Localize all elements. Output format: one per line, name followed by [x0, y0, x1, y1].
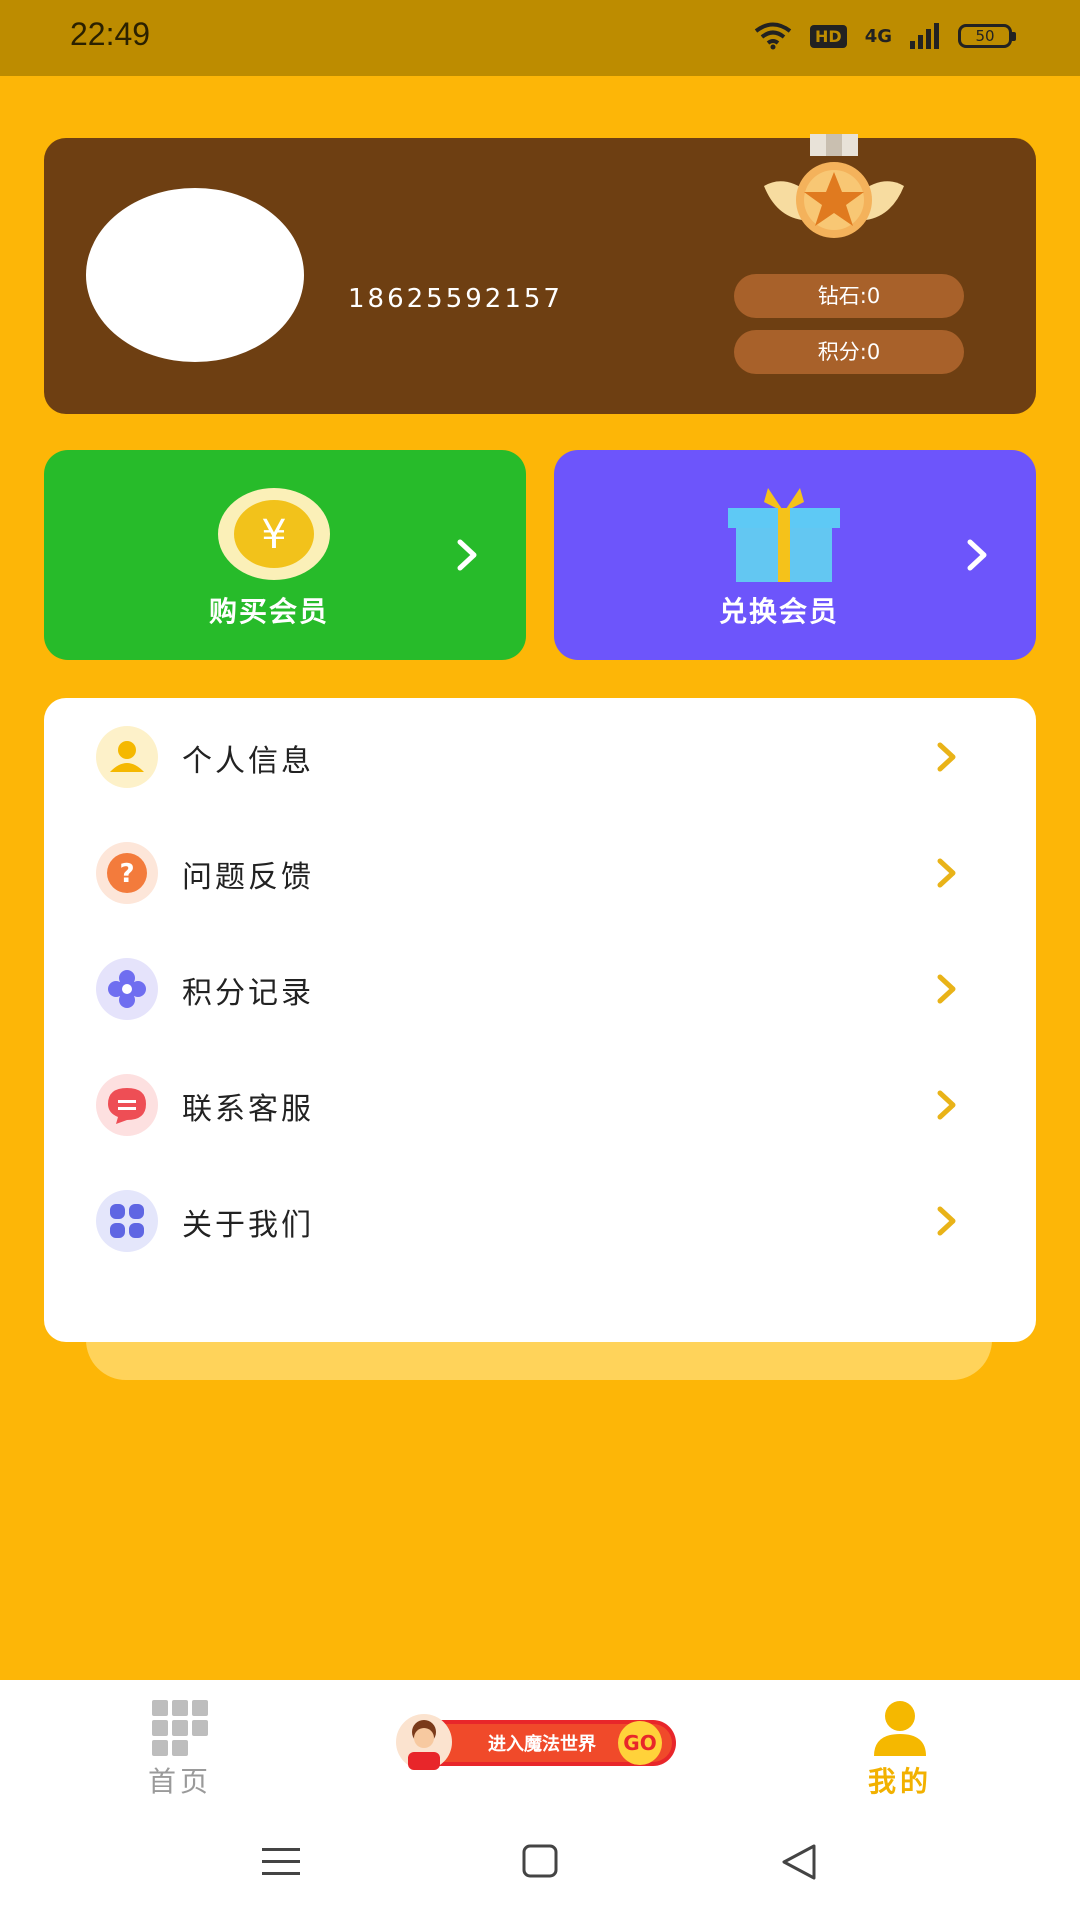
status-time: 22:49	[70, 16, 151, 52]
chat-icon	[96, 1074, 158, 1136]
points-balance: 积分:0	[734, 330, 964, 374]
menu-item-customer-service[interactable]: 联系客服	[44, 1046, 1036, 1162]
coin-icon: ¥	[218, 488, 330, 580]
system-nav-bar	[0, 1802, 1080, 1920]
bottom-tab-bar: 首页 进入魔法世界 GO 我的	[0, 1680, 1080, 1802]
tab-home-label: 首页	[147, 1765, 212, 1798]
signal-icon	[910, 23, 939, 49]
promo-text: 进入魔法世界	[488, 1733, 596, 1755]
menu-item-personal-info[interactable]: 个人信息	[44, 698, 1036, 814]
diamond-balance: 钻石:0	[734, 274, 964, 318]
chevron-right-icon	[937, 1090, 956, 1120]
chevron-right-icon	[457, 539, 477, 571]
status-icons: HD 4G 50	[754, 22, 1016, 50]
promo-banner[interactable]: 进入魔法世界 GO	[394, 1702, 684, 1780]
svg-text:?: ?	[119, 859, 134, 889]
hd-badge: HD	[810, 24, 847, 48]
battery-icon: 50	[958, 24, 1016, 48]
menu-label: 联系客服	[182, 1092, 314, 1127]
menu-item-about-us[interactable]: 关于我们	[44, 1162, 1036, 1278]
menu-item-feedback[interactable]: ? 问题反馈	[44, 814, 1036, 930]
buy-membership-label: 购买会员	[208, 595, 329, 628]
menu-label: 个人信息	[182, 744, 314, 779]
svg-text:¥: ¥	[261, 512, 286, 558]
network-type: 4G	[864, 25, 892, 47]
chevron-right-icon	[967, 539, 987, 571]
home-button-icon[interactable]	[510, 1832, 570, 1892]
buy-membership-button[interactable]: ¥ 购买会员	[44, 450, 526, 660]
gift-icon	[728, 488, 840, 582]
menu-label: 问题反馈	[182, 860, 314, 895]
home-grid-icon	[152, 1700, 208, 1756]
redeem-membership-label: 兑换会员	[718, 595, 839, 628]
chevron-right-icon	[937, 742, 956, 772]
chevron-right-icon	[937, 1206, 956, 1236]
redeem-membership-button[interactable]: 兑换会员	[554, 450, 1036, 660]
wifi-icon	[754, 22, 792, 50]
phone-number: 18625592157	[348, 284, 563, 314]
menu-label: 关于我们	[182, 1208, 314, 1243]
menu-item-points-record[interactable]: 积分记录	[44, 930, 1036, 1046]
user-icon	[96, 726, 158, 788]
user-icon	[874, 1701, 926, 1756]
grid-icon	[96, 1190, 158, 1252]
menu-label: 积分记录	[182, 976, 314, 1011]
status-bar: 22:49 HD 4G 50	[0, 0, 1080, 76]
settings-menu: 个人信息 ? 问题反馈 积分记录 联系客服 关于我们	[44, 698, 1036, 1342]
tab-mine[interactable]: 我的	[800, 1680, 1000, 1802]
flower-icon	[96, 958, 158, 1020]
tab-mine-label: 我的	[867, 1765, 932, 1798]
chevron-right-icon	[937, 858, 956, 888]
medal-icon	[764, 134, 904, 238]
chevron-right-icon	[937, 974, 956, 1004]
question-icon: ?	[96, 842, 158, 904]
tab-home[interactable]: 首页	[80, 1680, 280, 1802]
menu-icon[interactable]	[252, 1832, 312, 1892]
profile-card: 18625592157 钻石:0 积分:0	[44, 134, 1036, 414]
promo-go: GO	[623, 1731, 656, 1755]
avatar[interactable]	[86, 188, 304, 362]
back-icon[interactable]	[770, 1832, 830, 1892]
